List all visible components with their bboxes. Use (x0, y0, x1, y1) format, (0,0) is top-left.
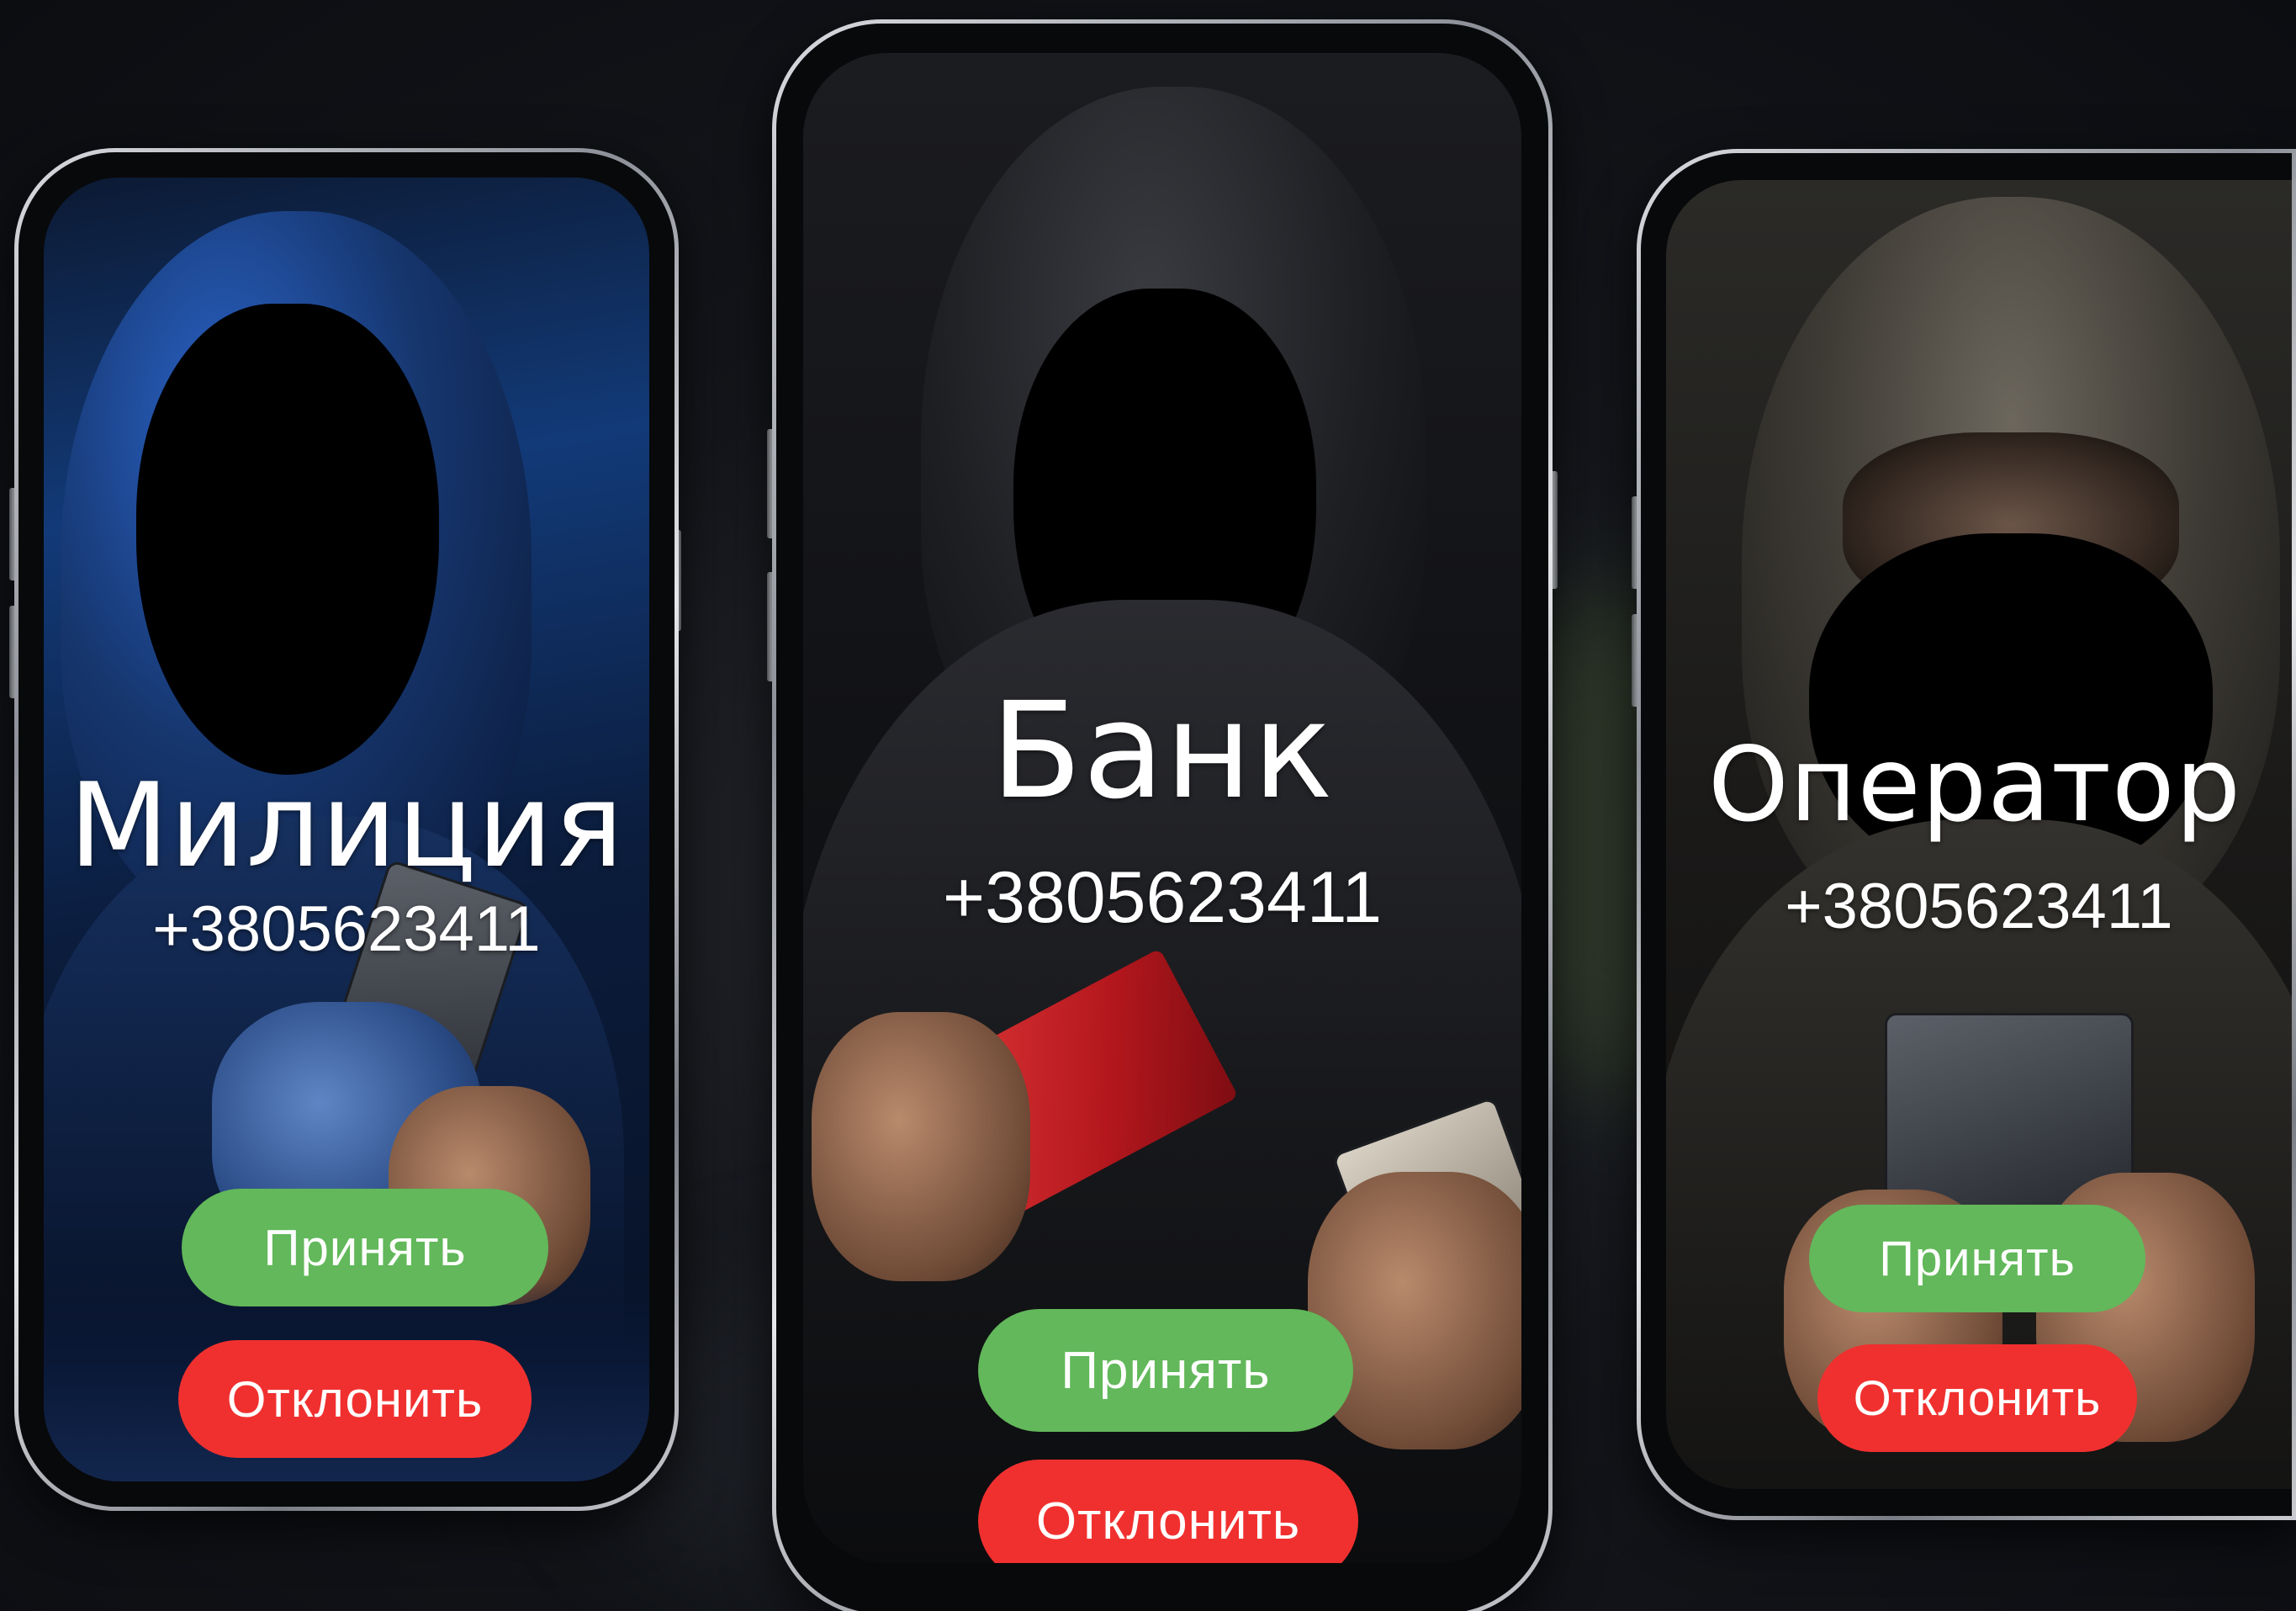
call-screen: Банк +3805623411 Принять Отклонить (803, 53, 1521, 1563)
caller-number: +3805623411 (1785, 871, 2173, 942)
caller-number: +3805623411 (152, 893, 541, 965)
call-screen: Милиция +3805623411 Принять Отклонить (44, 178, 649, 1481)
phone-operator: Оператор +3805623411 Принять Отклонить (1637, 149, 2296, 1520)
decline-call-button[interactable]: Отклонить (178, 1340, 532, 1458)
caller-name: Банк (991, 674, 1334, 829)
accept-call-button[interactable]: Принять (182, 1189, 548, 1306)
phone-bank: Банк +3805623411 Принять Отклонить (772, 19, 1553, 1611)
caller-name: Милиция (68, 758, 625, 893)
accept-call-button[interactable]: Принять (978, 1309, 1353, 1432)
decline-call-button[interactable]: Отклонить (1817, 1344, 2137, 1452)
decline-call-button[interactable]: Отклонить (978, 1460, 1358, 1563)
call-screen: Оператор +3805623411 Принять Отклонить (1666, 180, 2292, 1489)
incoming-calls-collage: Милиция +3805623411 Принять Отклонить Ба… (0, 0, 2296, 1611)
phone-militia: Милиция +3805623411 Принять Отклонить (14, 148, 679, 1511)
caller-number: +3805623411 (942, 857, 1383, 938)
caller-name: Оператор (1707, 725, 2242, 845)
accept-call-button[interactable]: Принять (1809, 1205, 2145, 1312)
